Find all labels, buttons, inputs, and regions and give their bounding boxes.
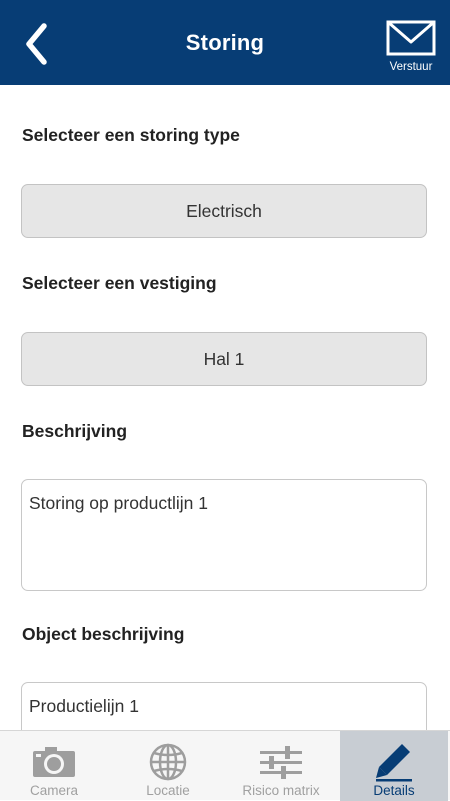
- storing-type-select[interactable]: Electrisch: [21, 184, 427, 238]
- camera-icon: [33, 747, 75, 777]
- object-beschrijving-label: Object beschrijving: [22, 624, 185, 644]
- beschrijving-textarea[interactable]: Storing op productlijn 1: [21, 479, 427, 591]
- page-title: Storing: [185, 30, 265, 55]
- vestiging-select[interactable]: Hal 1: [21, 332, 427, 386]
- tab-locatie-label: Locatie: [146, 783, 190, 798]
- send-button[interactable]: Verstuur: [384, 20, 438, 80]
- storing-type-label: Selecteer een storing type: [22, 125, 240, 145]
- envelope-icon: [386, 20, 436, 56]
- tab-details-label: Details: [373, 783, 415, 798]
- tab-camera[interactable]: Camera: [0, 731, 108, 801]
- tab-details[interactable]: Details: [340, 731, 448, 801]
- pencil-icon: [376, 744, 412, 782]
- object-beschrijving-textarea[interactable]: Productielijn 1: [21, 682, 427, 730]
- tab-locatie[interactable]: Locatie: [114, 731, 222, 801]
- form-content[interactable]: Selecteer een storing type Electrisch Se…: [0, 85, 450, 730]
- app-header: Storing Verstuur: [0, 0, 450, 85]
- vestiging-label: Selecteer een vestiging: [22, 273, 217, 293]
- sliders-icon: [260, 746, 302, 779]
- tab-risico-matrix-label: Risico matrix: [242, 783, 320, 798]
- tab-bar: Camera Locatie Risico matrix Details: [0, 730, 450, 801]
- tab-camera-label: Camera: [29, 783, 78, 798]
- globe-icon: [149, 743, 187, 781]
- tab-risico-matrix[interactable]: Risico matrix: [227, 731, 335, 801]
- send-label: Verstuur: [389, 61, 433, 73]
- beschrijving-label: Beschrijving: [22, 421, 128, 441]
